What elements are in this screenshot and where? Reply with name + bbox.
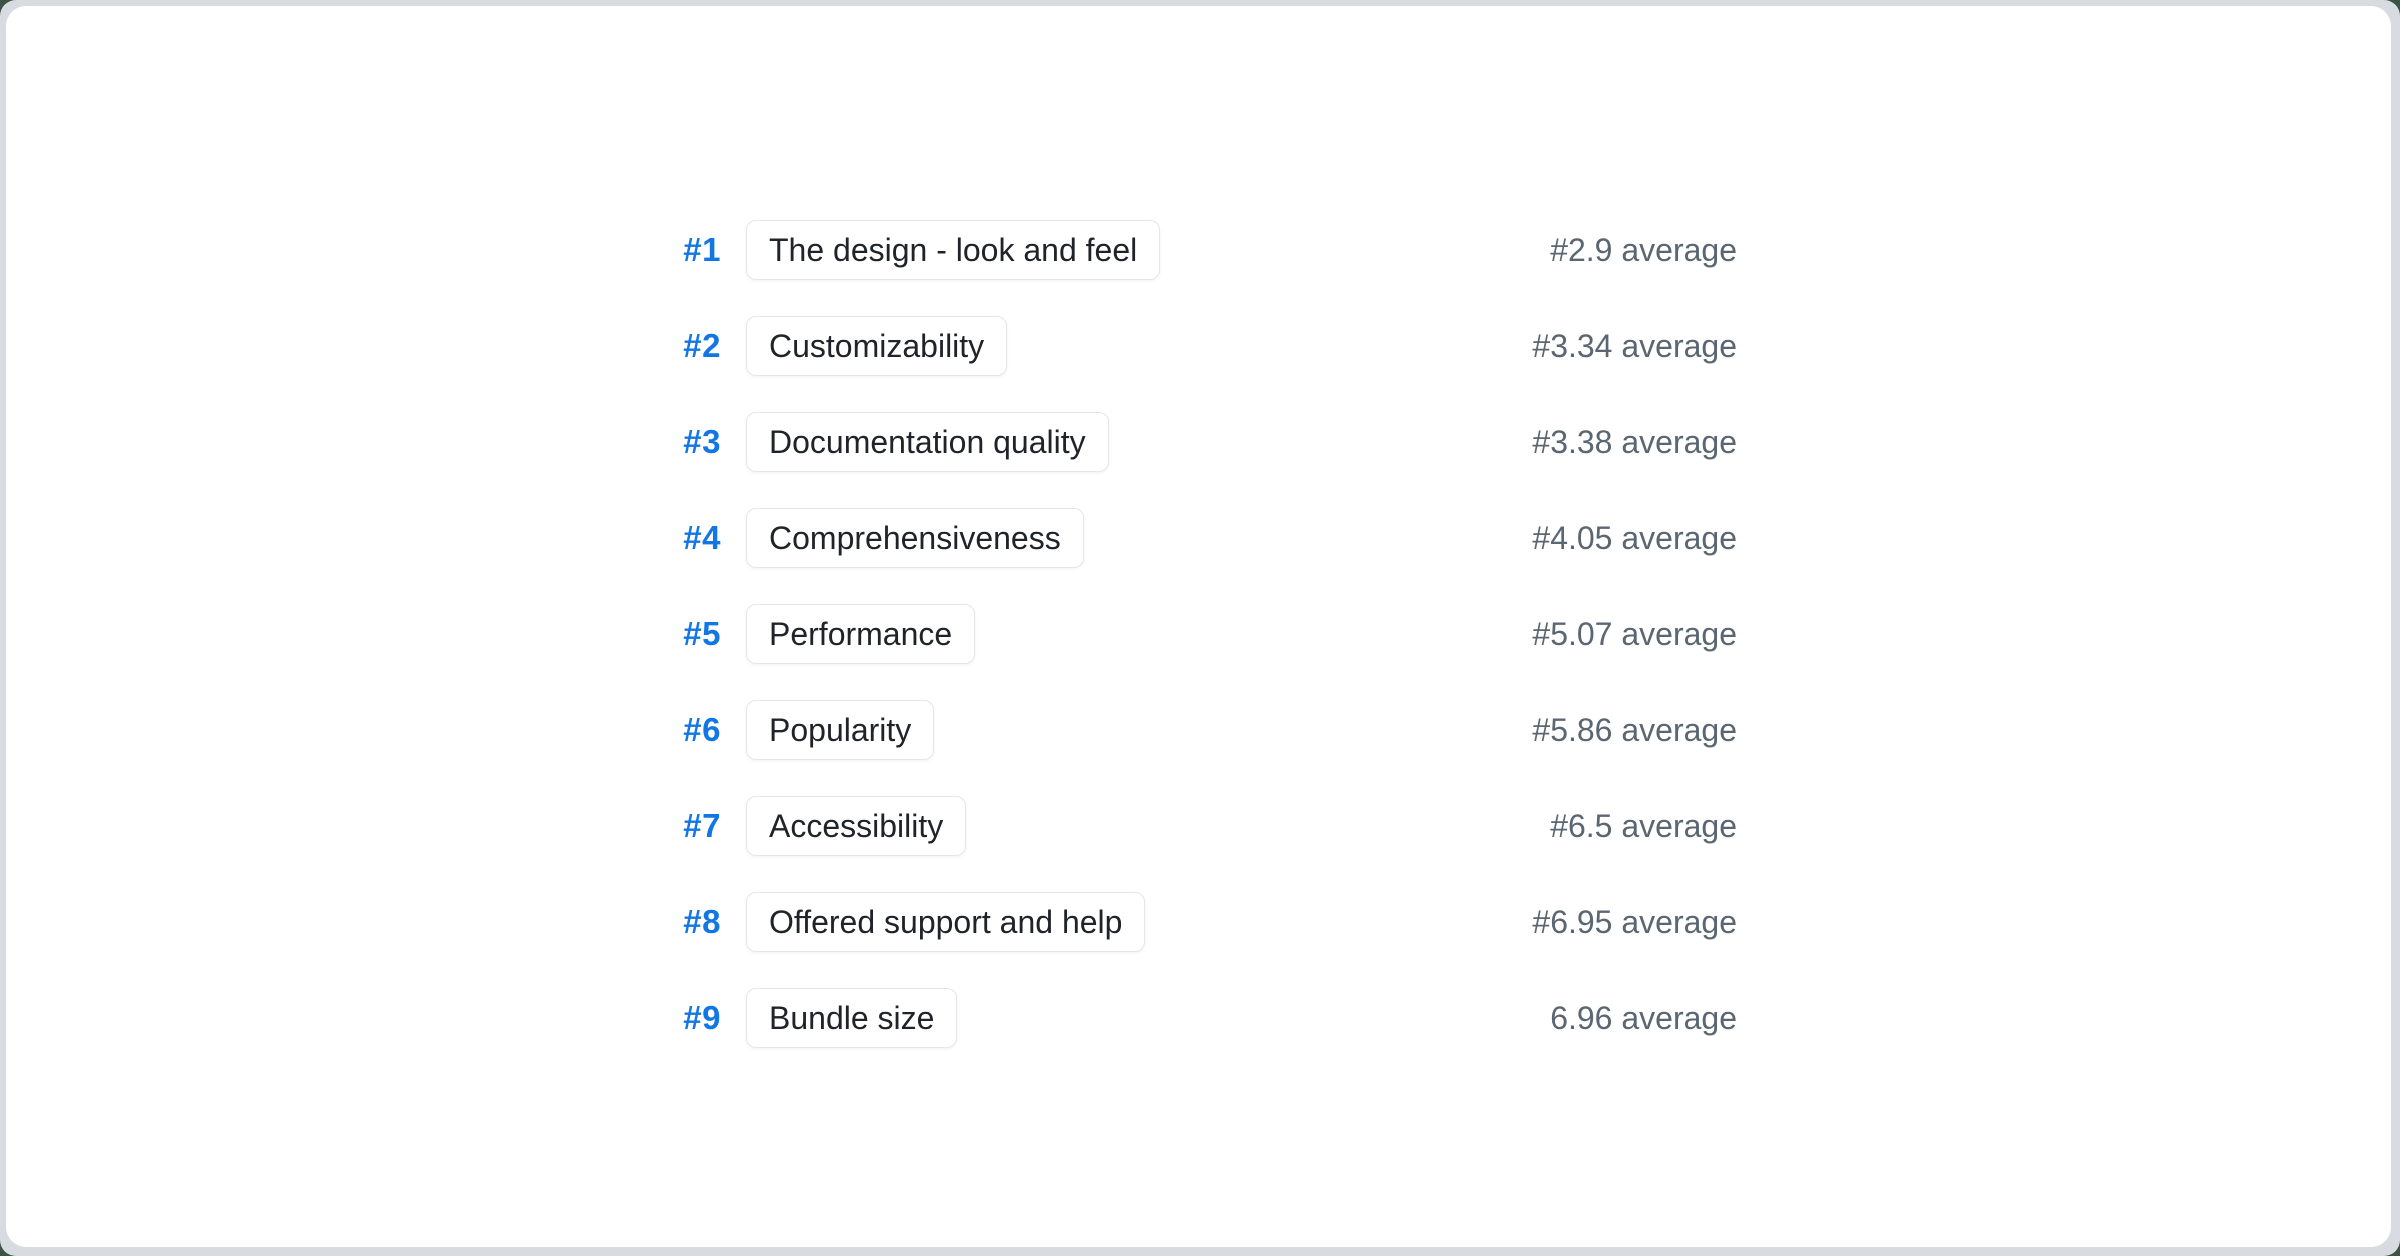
ranking-row: #5 Performance #5.07 average [651,604,1737,664]
average-rank-value: #4.05 average [1532,520,1737,557]
average-rank-value: #3.38 average [1532,424,1737,461]
ranking-row: #4 Comprehensiveness #4.05 average [651,508,1737,568]
ranking-row: #2 Customizability #3.34 average [651,316,1737,376]
average-rank-value: #6.5 average [1550,808,1737,845]
rank-badge: #2 [651,327,721,365]
option-label-chip: The design - look and feel [746,220,1160,280]
option-label-chip: Performance [746,604,975,664]
average-rank-value: 6.96 average [1550,1000,1737,1037]
rank-badge: #9 [651,999,721,1037]
average-rank-value: #2.9 average [1550,232,1737,269]
rank-badge: #4 [651,519,721,557]
ranking-row: #9 Bundle size 6.96 average [651,988,1737,1048]
ranking-row: #1 The design - look and feel #2.9 avera… [651,220,1737,280]
option-label-chip: Customizability [746,316,1007,376]
ranking-row: #7 Accessibility #6.5 average [651,796,1737,856]
rank-badge: #7 [651,807,721,845]
average-rank-value: #3.34 average [1532,328,1737,365]
window-frame: #1 The design - look and feel #2.9 avera… [0,0,2400,1256]
average-rank-value: #6.95 average [1532,904,1737,941]
ranking-row: #8 Offered support and help #6.95 averag… [651,892,1737,952]
option-label-chip: Offered support and help [746,892,1145,952]
ranking-row: #6 Popularity #5.86 average [651,700,1737,760]
rank-badge: #1 [651,231,721,269]
average-rank-value: #5.86 average [1532,712,1737,749]
option-label-chip: Popularity [746,700,934,760]
results-card: #1 The design - look and feel #2.9 avera… [6,6,2391,1247]
ranking-row: #3 Documentation quality #3.38 average [651,412,1737,472]
rank-badge: #8 [651,903,721,941]
ranking-results-list: #1 The design - look and feel #2.9 avera… [651,220,1737,1048]
rank-badge: #3 [651,423,721,461]
option-label-chip: Accessibility [746,796,966,856]
average-rank-value: #5.07 average [1532,616,1737,653]
option-label-chip: Documentation quality [746,412,1109,472]
option-label-chip: Comprehensiveness [746,508,1084,568]
rank-badge: #6 [651,711,721,749]
option-label-chip: Bundle size [746,988,957,1048]
rank-badge: #5 [651,615,721,653]
